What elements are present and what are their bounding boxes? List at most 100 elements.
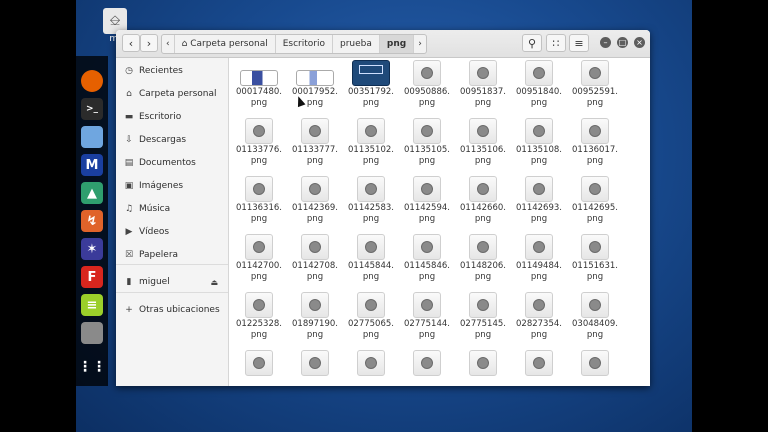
file-item[interactable]: 00017480. png <box>231 60 287 109</box>
headerbar: ‹ › ‹ ⌂ Carpeta personal Escritorio prue… <box>116 30 650 58</box>
breadcrumb-home[interactable]: ⌂ Carpeta personal <box>175 35 276 53</box>
sidebar-item-música[interactable]: ♫ Música <box>116 200 228 218</box>
file-item[interactable] <box>399 350 455 377</box>
file-item[interactable]: 01133776. png <box>231 118 287 167</box>
file-item[interactable]: 02775145. png <box>455 292 511 341</box>
apps-grid-icon[interactable]: ⋮⋮ <box>78 356 106 378</box>
maltego-icon[interactable]: ✶ <box>81 238 103 260</box>
file-item[interactable]: 01135105. png <box>399 118 455 167</box>
minimize-button[interactable]: – <box>600 37 611 48</box>
breadcrumb-scroll-left[interactable]: ‹ <box>162 35 175 53</box>
file-item[interactable]: 01145844. png <box>343 234 399 283</box>
file-item[interactable]: 00951840. png <box>511 60 567 109</box>
file-item[interactable]: 00950886. png <box>399 60 455 109</box>
sidebar-item-descargas[interactable]: ⇩ Descargas <box>116 131 228 149</box>
file-item[interactable]: 01135108. png <box>511 118 567 167</box>
file-item[interactable]: 01142695. png <box>567 176 623 225</box>
file-name: 01135106. <box>460 145 506 155</box>
sidebar-item-documentos[interactable]: ▤ Documentos <box>116 154 228 172</box>
image-file-icon <box>352 60 390 86</box>
file-item[interactable]: 01136316. png <box>231 176 287 225</box>
menu-button[interactable]: ≡ <box>569 34 589 52</box>
file-item[interactable]: 01148206. png <box>455 234 511 283</box>
sidebar-item-papelera[interactable]: ☒ Papelera <box>116 246 228 264</box>
app-gray-icon[interactable] <box>81 322 103 344</box>
file-item[interactable]: 01149484. png <box>511 234 567 283</box>
malwarebytes-icon[interactable]: M <box>81 154 103 176</box>
file-name: 01145844. <box>348 261 394 271</box>
file-item[interactable]: 02775144. png <box>399 292 455 341</box>
file-item[interactable]: 02775065. png <box>343 292 399 341</box>
sidebar-item-carpeta-personal[interactable]: ⌂ Carpeta personal <box>116 85 228 103</box>
video-icon: ▶ <box>125 227 133 237</box>
file-item[interactable] <box>567 350 623 377</box>
sidebar-item-otras-ubicaciones[interactable]: + Otras ubicaciones <box>116 301 228 319</box>
notes-icon[interactable]: ≡ <box>81 294 103 316</box>
burp-icon[interactable]: ↯ <box>81 210 103 232</box>
file-item[interactable]: 01151631. png <box>567 234 623 283</box>
breadcrumb-escritorio[interactable]: Escritorio <box>276 35 334 53</box>
breadcrumb-scroll-right[interactable]: › <box>414 35 426 53</box>
file-extension: png <box>586 156 604 166</box>
file-item[interactable] <box>455 350 511 377</box>
files-icon[interactable] <box>81 126 103 148</box>
file-name: 02775144. <box>404 319 450 329</box>
file-item[interactable]: 01135102. png <box>343 118 399 167</box>
file-item[interactable]: 00351792. png <box>343 60 399 109</box>
download-icon: ⇩ <box>125 135 133 145</box>
file-item[interactable]: 01142369. png <box>287 176 343 225</box>
file-item[interactable]: 00952591. png <box>567 60 623 109</box>
file-extension: png <box>250 272 268 282</box>
back-button[interactable]: ‹ <box>122 34 140 52</box>
file-item[interactable]: 01145846. png <box>399 234 455 283</box>
file-item[interactable]: 01142708. png <box>287 234 343 283</box>
file-item[interactable]: 01135106. png <box>455 118 511 167</box>
file-name: 01151631. <box>572 261 618 271</box>
app-character-icon[interactable]: ▲ <box>81 182 103 204</box>
file-item[interactable]: 01142660. png <box>455 176 511 225</box>
file-extension: png <box>418 214 436 224</box>
file-item[interactable]: 01142583. png <box>343 176 399 225</box>
sidebar-item-escritorio[interactable]: ▬ Escritorio <box>116 108 228 126</box>
sidebar-item-miguel[interactable]: ▮ miguel ⏏ <box>116 273 228 291</box>
file-item[interactable] <box>231 350 287 377</box>
image-file-icon <box>469 176 497 202</box>
file-extension: png <box>586 330 604 340</box>
breadcrumb-png[interactable]: png <box>379 35 415 53</box>
file-name: 01142660. <box>460 203 506 213</box>
file-item[interactable] <box>511 350 567 377</box>
file-item[interactable]: 02827354. png <box>511 292 567 341</box>
image-file-icon <box>581 350 609 376</box>
file-item[interactable] <box>287 350 343 377</box>
view-grid-button[interactable]: ∷ <box>546 34 566 52</box>
faraday-icon[interactable]: F <box>81 266 103 288</box>
file-item[interactable] <box>343 350 399 377</box>
file-item[interactable]: 01136017. png <box>567 118 623 167</box>
file-item[interactable]: 01897190. png <box>287 292 343 341</box>
image-file-icon <box>413 292 441 318</box>
close-button[interactable]: × <box>634 37 645 48</box>
forward-button[interactable]: › <box>140 34 158 52</box>
eject-icon[interactable]: ⏏ <box>210 278 218 287</box>
file-item[interactable]: 00951837. png <box>455 60 511 109</box>
file-item[interactable]: 01225328. png <box>231 292 287 341</box>
sidebar-item-vídeos[interactable]: ▶ Vídeos <box>116 223 228 241</box>
plus-icon: + <box>125 305 133 315</box>
music-icon: ♫ <box>124 204 134 214</box>
maximize-button[interactable]: □ <box>617 37 628 48</box>
image-file-icon <box>413 234 441 260</box>
file-item[interactable]: 03048409. png <box>567 292 623 341</box>
sidebar-item-recientes[interactable]: ◷ Recientes <box>116 62 228 80</box>
breadcrumb-prueba[interactable]: prueba <box>333 35 380 53</box>
file-extension: png <box>474 156 492 166</box>
file-item[interactable]: 01142594. png <box>399 176 455 225</box>
file-item[interactable]: 01142700. png <box>231 234 287 283</box>
firefox-icon[interactable] <box>81 70 103 92</box>
file-item[interactable]: 01142693. png <box>511 176 567 225</box>
sidebar-item-imágenes[interactable]: ▣ Imágenes <box>116 177 228 195</box>
terminal-icon[interactable]: >_ <box>81 98 103 120</box>
image-file-icon <box>301 234 329 260</box>
file-item[interactable]: 01133777. png <box>287 118 343 167</box>
sidebar-item-label: Recientes <box>139 66 183 76</box>
search-button[interactable]: ⚲ <box>522 34 542 52</box>
